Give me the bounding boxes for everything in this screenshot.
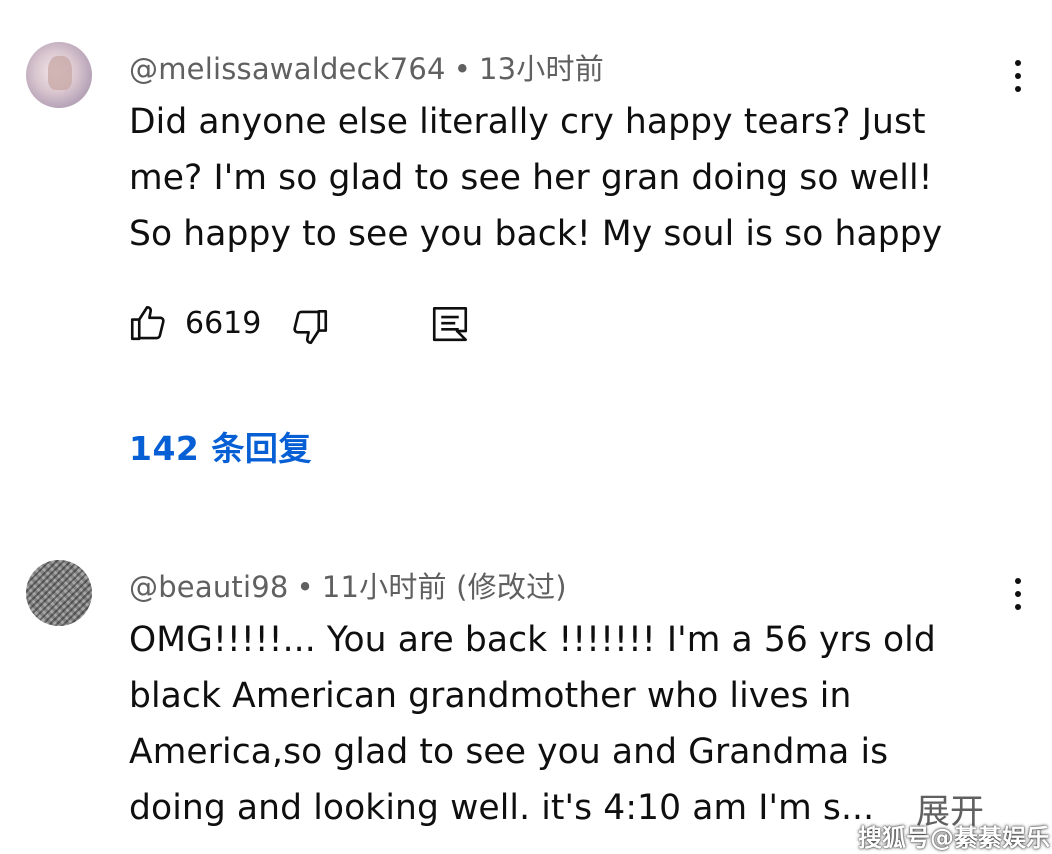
- watermark: 搜狐号@綦綦娱乐: [858, 824, 1050, 852]
- meta-separator: •: [296, 570, 314, 604]
- timestamp[interactable]: 13小时前: [479, 52, 604, 86]
- timestamp[interactable]: 11小时前: [322, 570, 447, 604]
- like-count: 6619: [185, 306, 262, 341]
- more-vertical-icon[interactable]: [1004, 574, 1032, 614]
- avatar[interactable]: [26, 560, 92, 626]
- username[interactable]: @melissawaldeck764: [129, 52, 446, 86]
- edited-label: (修改过): [456, 570, 567, 604]
- avatar[interactable]: [26, 42, 92, 108]
- comment-meta: @melissawaldeck764 • 13小时前: [129, 46, 604, 88]
- thumbs-down-icon[interactable]: [289, 306, 331, 352]
- more-vertical-icon[interactable]: [1004, 56, 1032, 96]
- comment-text: Did anyone else literally cry happy tear…: [129, 102, 943, 254]
- thumbs-up-icon[interactable]: [127, 302, 169, 348]
- comment-meta: @beauti98 • 11小时前 (修改过): [129, 564, 567, 606]
- meta-separator: •: [453, 52, 471, 86]
- comment-text: OMG!!!!!... You are back !!!!!!! I'm a 5…: [129, 620, 936, 828]
- view-replies-link[interactable]: 142 条回复: [129, 422, 312, 470]
- username[interactable]: @beauti98: [129, 570, 289, 604]
- reply-comment-icon[interactable]: [429, 302, 471, 350]
- comment-actions: 6619: [127, 302, 527, 350]
